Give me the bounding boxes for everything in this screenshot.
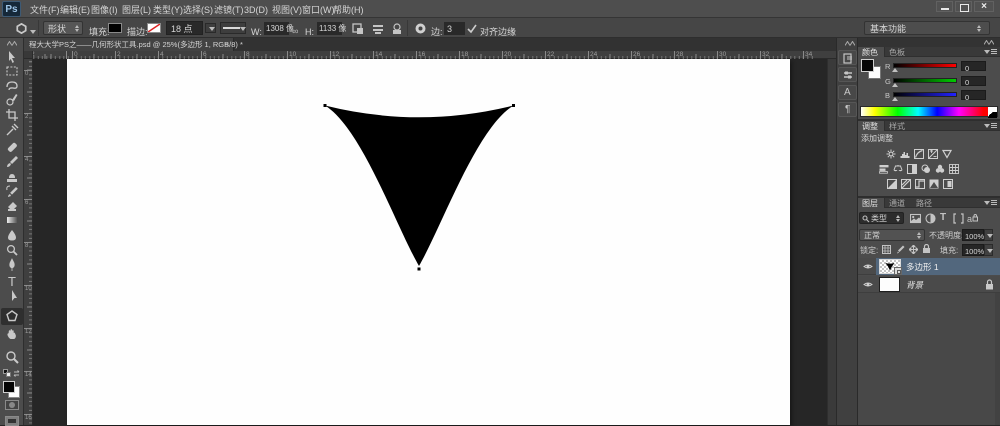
svg-text:a: a (967, 214, 972, 224)
svg-text:T: T (8, 274, 16, 288)
